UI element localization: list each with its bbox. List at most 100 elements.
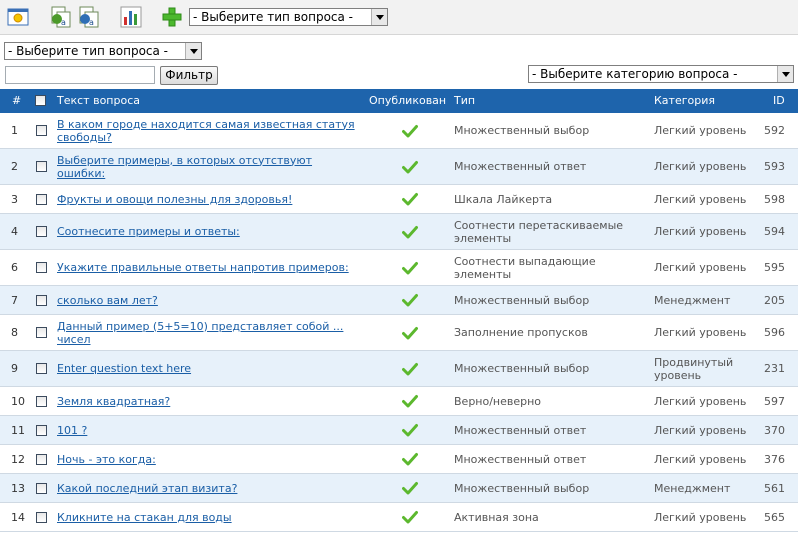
published-check-icon[interactable]: [402, 326, 418, 340]
id-cell: 596: [764, 326, 785, 339]
question-link[interactable]: Какой последний этап визита?: [57, 482, 237, 495]
published-check-icon[interactable]: [402, 423, 418, 437]
id-cell: 594: [764, 225, 785, 238]
id-cell: 597: [764, 394, 785, 408]
row-checkbox[interactable]: [36, 327, 47, 338]
question-cell: сколько вам лет?: [57, 286, 357, 314]
category-cell: Легкий уровень: [654, 326, 747, 339]
question-cell: В каком городе находится самая известная…: [57, 113, 357, 148]
question-link[interactable]: Enter question text here: [57, 362, 191, 375]
table-header: # Текст вопроса Опубликован Тип Категори…: [0, 89, 798, 113]
type-cell: Соотнести перетаскиваемые элементы: [454, 218, 624, 245]
published-check-icon[interactable]: [402, 452, 418, 466]
question-link[interactable]: Ночь - это когда:: [57, 453, 156, 466]
published-check-icon[interactable]: [402, 160, 418, 174]
row-number: 13: [11, 481, 25, 495]
published-cell: [400, 214, 420, 249]
question-link[interactable]: Фрукты и овощи полезны для здоровья!: [57, 193, 292, 206]
type-cell: Множественный выбор: [454, 124, 590, 137]
question-cell: Укажите правильные ответы напротив приме…: [57, 250, 357, 285]
row-checkbox[interactable]: [36, 454, 47, 465]
toolbar-type-select[interactable]: - Выберите тип вопроса -: [189, 8, 388, 26]
id-cell: 376: [764, 452, 785, 466]
column-header-published[interactable]: Опубликован: [369, 89, 446, 113]
category-cell: Легкий уровень: [654, 394, 747, 408]
category-cell: Менеджмент: [654, 293, 731, 307]
question-link[interactable]: Соотнесите примеры и ответы:: [57, 225, 240, 238]
question-link[interactable]: Земля квадратная?: [57, 395, 170, 408]
row-checkbox[interactable]: [36, 512, 47, 523]
move-question-icon[interactable]: a: [77, 5, 101, 29]
published-cell: [400, 445, 420, 473]
row-number: 3: [11, 192, 18, 206]
category-cell: Менеджмент: [654, 481, 731, 495]
row-number: 4: [11, 225, 18, 238]
row-checkbox[interactable]: [36, 295, 47, 306]
id-cell: 231: [764, 362, 785, 375]
row-number: 1: [11, 124, 18, 137]
question-link[interactable]: Данный пример (5+5=10) представляет собо…: [57, 320, 357, 346]
row-checkbox[interactable]: [36, 125, 47, 136]
row-number: 6: [11, 261, 18, 274]
published-cell: [400, 474, 420, 502]
svg-text:a: a: [61, 18, 66, 27]
question-link[interactable]: В каком городе находится самая известная…: [57, 118, 357, 144]
report-chart-icon[interactable]: [119, 5, 143, 29]
row-checkbox[interactable]: [36, 483, 47, 494]
published-check-icon[interactable]: [402, 362, 418, 376]
chevron-down-icon: [371, 9, 387, 25]
add-icon[interactable]: [160, 5, 184, 29]
published-cell: [400, 387, 420, 415]
table-row: 14 Кликните на стакан для воды Активная зо…: [0, 503, 798, 532]
question-link[interactable]: Выберите примеры, в которых отсутствуют …: [57, 154, 357, 180]
question-link[interactable]: 101 ?: [57, 424, 87, 437]
question-link[interactable]: Кликните на стакан для воды: [57, 511, 232, 524]
category-cell: Легкий уровень: [654, 192, 747, 206]
question-link[interactable]: сколько вам лет?: [57, 294, 158, 307]
row-checkbox[interactable]: [36, 396, 47, 407]
type-cell: Множественный ответ: [454, 423, 587, 437]
column-header-num[interactable]: #: [12, 89, 21, 113]
type-cell: Соотнести выпадающие элементы: [454, 254, 596, 281]
category-cell: Легкий уровень: [654, 124, 747, 137]
column-header-category[interactable]: Категория: [654, 89, 715, 113]
column-header-id[interactable]: ID: [773, 89, 785, 113]
published-check-icon[interactable]: [402, 261, 418, 275]
published-check-icon[interactable]: [402, 192, 418, 206]
search-input[interactable]: [5, 66, 155, 84]
select-all-checkbox[interactable]: [35, 95, 46, 106]
column-header-question[interactable]: Текст вопроса: [57, 89, 140, 113]
published-check-icon[interactable]: [402, 124, 418, 138]
new-question-icon[interactable]: [6, 5, 30, 29]
table-row: 9 Enter question text here Множественный в…: [0, 351, 798, 387]
row-number: 14: [11, 510, 25, 524]
type-cell: Верно/неверно: [454, 394, 542, 408]
published-check-icon[interactable]: [402, 481, 418, 495]
published-check-icon[interactable]: [402, 293, 418, 307]
category-cell: Легкий уровень: [654, 261, 747, 274]
filter-button[interactable]: Фильтр: [160, 66, 218, 85]
type-cell: Множественный ответ: [454, 452, 587, 466]
row-number: 10: [11, 394, 25, 408]
row-checkbox[interactable]: [36, 161, 47, 172]
published-check-icon[interactable]: [402, 225, 418, 239]
category-cell: Легкий уровень: [654, 423, 747, 437]
row-checkbox[interactable]: [36, 262, 47, 273]
question-cell: Данный пример (5+5=10) представляет собо…: [57, 315, 357, 350]
column-header-type[interactable]: Тип: [454, 89, 475, 113]
published-check-icon[interactable]: [402, 394, 418, 408]
row-checkbox[interactable]: [36, 194, 47, 205]
published-check-icon[interactable]: [402, 510, 418, 524]
copy-question-icon[interactable]: a: [49, 5, 73, 29]
type-filter-select[interactable]: - Выберите тип вопроса -: [4, 42, 202, 60]
category-filter-select[interactable]: - Выберите категорию вопроса -: [528, 65, 794, 83]
row-checkbox[interactable]: [36, 226, 47, 237]
chevron-down-icon: [185, 43, 201, 59]
row-checkbox[interactable]: [36, 363, 47, 374]
category-cell: Легкий уровень: [654, 160, 747, 173]
row-checkbox[interactable]: [36, 425, 47, 436]
table-row: 3 Фрукты и овощи полезны для здоровья! Шка…: [0, 185, 798, 214]
type-cell: Шкала Лайкерта: [454, 192, 553, 206]
row-number: 12: [11, 452, 25, 466]
question-link[interactable]: Укажите правильные ответы напротив приме…: [57, 261, 349, 274]
